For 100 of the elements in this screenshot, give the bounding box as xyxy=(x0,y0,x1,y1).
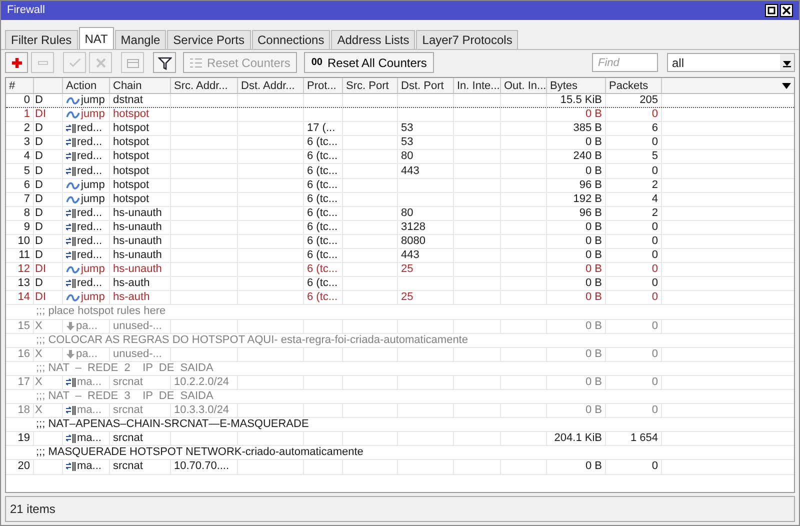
rule-row[interactable]: 9 D red... hs-unauth 6 (tc... 3128 0 B 0 xyxy=(6,220,794,235)
tab[interactable]: Layer7 Protocols xyxy=(416,30,518,49)
table-cell: 20 xyxy=(18,460,30,474)
tab[interactable]: Mangle xyxy=(114,30,166,49)
rule-row[interactable]: 13 D red... hs-auth 6 (tc... 0 B 0 xyxy=(6,277,794,292)
table-cell: srcnat xyxy=(113,432,143,446)
rule-row[interactable]: 8 D red... hs-unauth 6 (tc... 80 96 B 2 xyxy=(6,206,794,221)
column-menu-icon[interactable] xyxy=(782,82,790,88)
table-cell: red... xyxy=(77,122,102,136)
table-cell: 6 (tc... xyxy=(307,178,338,192)
rule-row[interactable]: 19 ma... srcnat 204.1 KiB 1 654 xyxy=(6,432,794,446)
rule-row[interactable]: 3 D red... hotspot 6 (tc... 53 0 B 0 xyxy=(6,136,794,150)
table-cell: 6 (tc... xyxy=(307,291,338,304)
table-cell: 53 xyxy=(401,122,414,136)
table-cell: 10.2.2.0/24 xyxy=(174,376,230,389)
table-cell: ma... xyxy=(77,460,102,474)
tab[interactable]: Connections xyxy=(252,30,330,49)
table-cell: jump xyxy=(81,263,105,276)
column-header[interactable]: In. Inte... xyxy=(454,78,501,93)
rule-row[interactable]: 6 D jump hotspot 6 (tc... 96 B 2 xyxy=(6,178,794,193)
close-icon[interactable] xyxy=(780,4,793,17)
list-icon xyxy=(190,58,202,68)
rule-row[interactable]: 7 D jump hotspot 6 (tc... 192 B 4 xyxy=(6,192,794,207)
tab[interactable]: Address Lists xyxy=(331,30,416,49)
column-header[interactable]: Out. In... xyxy=(501,78,547,93)
table-cell: 96 B xyxy=(579,206,602,220)
table-cell: 53 xyxy=(401,136,414,150)
table-cell: 0 B xyxy=(585,320,602,333)
rule-row[interactable]: 14 DI jump hs-auth 6 (tc... 25 0 B 0 xyxy=(6,291,794,306)
find-field[interactable]: Find xyxy=(592,53,658,72)
column-header[interactable]: Dst. Port xyxy=(398,78,454,93)
table-cell: 15 xyxy=(18,320,30,333)
table-cell: D xyxy=(35,94,43,108)
column-header[interactable]: Chain xyxy=(110,78,171,93)
plus-button[interactable] xyxy=(5,52,28,73)
rule-comment: ;;; COLOCAR AS REGRAS DO HOTSPOT AQUI- esta-regra-foi-criada-automaticamente xyxy=(36,334,468,347)
table-cell: X xyxy=(35,404,42,418)
table-cell: unused-... xyxy=(113,320,162,333)
table-cell: jump xyxy=(81,178,105,192)
table-cell: 5 xyxy=(652,150,658,164)
table-cell: 0 xyxy=(652,220,658,234)
table-cell: 0 B xyxy=(585,108,602,122)
table-cell: hotspot xyxy=(113,122,150,136)
table-cell: 0 B xyxy=(585,249,602,262)
table-cell: 0 xyxy=(652,263,658,276)
rule-row[interactable]: 4 D red... hotspot 6 (tc... 80 240 B 5 xyxy=(6,150,794,164)
table-cell: 0 xyxy=(652,136,658,150)
table-cell: 0 B xyxy=(585,376,602,389)
arrows-icon xyxy=(66,462,76,472)
arrows-icon xyxy=(66,138,76,148)
filter-dropdown[interactable]: all xyxy=(667,53,795,72)
column-header[interactable]: Dst. Addr... xyxy=(238,78,304,93)
table-cell: hotspot xyxy=(113,136,150,150)
column-header[interactable]: Src. Addr... xyxy=(171,78,238,93)
column-header[interactable]: Packets xyxy=(606,78,662,93)
tab[interactable]: Filter Rules xyxy=(5,30,78,49)
table-cell: hs-unauth xyxy=(113,249,162,262)
filter-button[interactable] xyxy=(153,52,176,73)
tab[interactable]: NAT xyxy=(78,27,114,49)
rule-comment: ;;; NAT–APENAS–CHAIN-SRCNAT—E-MASQUERADE xyxy=(36,418,309,432)
table-cell: D xyxy=(35,206,43,220)
table-cell: 0 B xyxy=(585,277,602,290)
table-cell: D xyxy=(35,249,43,262)
table-cell: D xyxy=(35,164,43,178)
table-cell: 5 xyxy=(24,164,30,178)
restore-icon[interactable] xyxy=(765,4,778,17)
rule-row[interactable]: 0 D jump dstnat 15.5 KiB 205 xyxy=(6,94,794,108)
table-cell: 19 xyxy=(18,432,30,446)
table-cell: dstnat xyxy=(113,94,143,108)
table-cell: 0 B xyxy=(585,348,602,361)
arrows-icon xyxy=(66,378,76,387)
column-header[interactable]: Prot... xyxy=(304,78,343,93)
tab[interactable]: Service Ports xyxy=(167,30,251,49)
table-cell: D xyxy=(35,178,43,192)
plus-icon xyxy=(10,56,24,70)
table-cell: red... xyxy=(77,277,102,290)
table-cell: 6 (tc... xyxy=(307,192,338,206)
reset-counters-button[interactable]: 00 Reset All Counters xyxy=(304,52,434,73)
table-cell: 0 B xyxy=(585,404,602,418)
rule-row[interactable]: 10 D red... hs-unauth 6 (tc... 8080 0 B 0 xyxy=(6,234,794,250)
table-cell: 25 xyxy=(401,291,414,304)
column-header[interactable]: Action xyxy=(63,78,110,93)
arrows-icon xyxy=(66,279,76,288)
column-header[interactable]: # xyxy=(6,78,34,93)
rule-row[interactable]: 1 DI jump hotspot 0 B 0 xyxy=(6,108,794,122)
arrows-icon xyxy=(66,124,76,134)
table-cell: red... xyxy=(77,136,102,150)
table-cell: 6 xyxy=(652,122,658,136)
rule-row[interactable]: 20 ma... srcnat 10.70.70.... 0 B 0 xyxy=(6,460,794,475)
arrows-icon xyxy=(66,166,76,176)
column-header[interactable]: Bytes xyxy=(547,78,606,93)
rule-row[interactable]: 11 D red... hs-unauth 6 (tc... 443 0 B 0 xyxy=(6,249,794,264)
table-cell: 204.1 KiB xyxy=(554,432,602,446)
rule-row[interactable]: 12 DI jump hs-unauth 6 (tc... 25 0 B 0 xyxy=(6,263,794,278)
table-cell: 8 xyxy=(24,206,30,220)
table-cell: jump xyxy=(81,291,105,304)
rule-row[interactable]: 5 D red... hotspot 6 (tc... 443 0 B 0 xyxy=(6,164,794,179)
column-header[interactable]: Src. Port xyxy=(343,78,398,93)
table-cell: ma... xyxy=(77,376,102,389)
rule-row[interactable]: 2 D red... hotspot 17 (... 53 385 B 6 xyxy=(6,122,794,136)
